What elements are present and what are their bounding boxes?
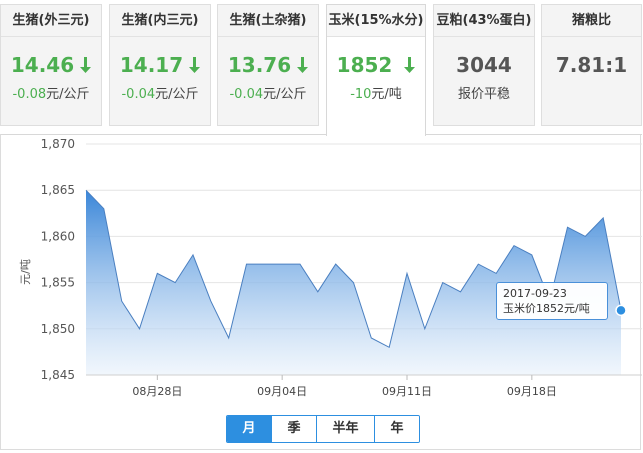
- chart-tooltip: 2017-09-23 玉米价1852元/吨: [496, 282, 608, 320]
- tooltip-label: 玉米价1852元/吨: [503, 302, 590, 315]
- tab-half-year[interactable]: 半年: [316, 416, 374, 442]
- x-axis: 08月28日 09月04日 09月11日 09月18日: [86, 374, 642, 398]
- card-change: -0.04元/公斤: [121, 87, 199, 102]
- card-price: 13.76: [218, 53, 318, 77]
- card-pig-inner[interactable]: 生猪(内三元) 14.17 -0.04元/公斤: [109, 4, 211, 126]
- range-selector: 月 季 半年 年: [226, 415, 420, 443]
- x-tick-label: 09月11日: [382, 385, 432, 398]
- card-title: 生猪(土杂猪): [218, 5, 318, 37]
- tab-quarter[interactable]: 季: [271, 416, 316, 442]
- card-pig-grain-ratio[interactable]: 猪粮比 7.81:1: [541, 4, 642, 126]
- card-price: 14.46: [1, 53, 101, 77]
- card-title: 豆粕(43%蛋白): [434, 5, 534, 37]
- tooltip-date: 2017-09-23: [503, 287, 567, 300]
- card-price: 7.81:1: [555, 53, 628, 77]
- card-change: -0.04元/公斤: [229, 87, 307, 102]
- y-tick-label: 1,850: [41, 322, 75, 336]
- card-title: 玉米(15%水分): [327, 5, 425, 37]
- price-cards: 生猪(外三元) 14.46 -0.08元/公斤 生猪(内三元) 14.17 -0…: [0, 0, 643, 136]
- x-tick-label: 09月18日: [507, 385, 557, 398]
- card-price: 14.17: [110, 53, 210, 77]
- y-tick-label: 1,870: [41, 137, 75, 151]
- y-axis-label: 元/吨: [19, 259, 32, 285]
- y-tick-label: 1,860: [41, 229, 75, 243]
- card-change: -0.08元/公斤: [12, 87, 90, 102]
- card-title: 生猪(内三元): [110, 5, 210, 37]
- card-change: -10元/吨: [350, 87, 402, 102]
- arrow-down-icon: [297, 57, 309, 73]
- y-tick-label: 1,845: [41, 368, 75, 382]
- x-tick-label: 08月28日: [132, 385, 182, 398]
- y-axis: 1,845 1,850 1,855 1,860 1,865 1,870: [41, 137, 75, 382]
- card-price: 1852: [327, 53, 425, 77]
- arrow-down-icon: [404, 57, 416, 73]
- tab-month[interactable]: 月: [227, 416, 271, 442]
- tab-year[interactable]: 年: [374, 416, 419, 442]
- y-tick-label: 1,865: [41, 183, 75, 197]
- card-corn[interactable]: 玉米(15%水分) 1852 -10元/吨: [326, 4, 426, 136]
- x-tick-label: 09月04日: [257, 385, 307, 398]
- card-pig-local[interactable]: 生猪(土杂猪) 13.76 -0.04元/公斤: [217, 4, 319, 126]
- card-title: 猪粮比: [542, 5, 641, 37]
- highlight-point[interactable]: [615, 304, 627, 317]
- card-title: 生猪(外三元): [1, 5, 101, 37]
- card-change: 报价平稳: [457, 87, 510, 102]
- card-pig-outer[interactable]: 生猪(外三元) 14.46 -0.08元/公斤: [0, 4, 102, 126]
- arrow-down-icon: [80, 57, 92, 73]
- card-soymeal[interactable]: 豆粕(43%蛋白) 3044 报价平稳: [433, 4, 535, 126]
- y-tick-label: 1,855: [41, 276, 75, 290]
- card-price: 3044: [456, 53, 512, 77]
- arrow-down-icon: [189, 57, 201, 73]
